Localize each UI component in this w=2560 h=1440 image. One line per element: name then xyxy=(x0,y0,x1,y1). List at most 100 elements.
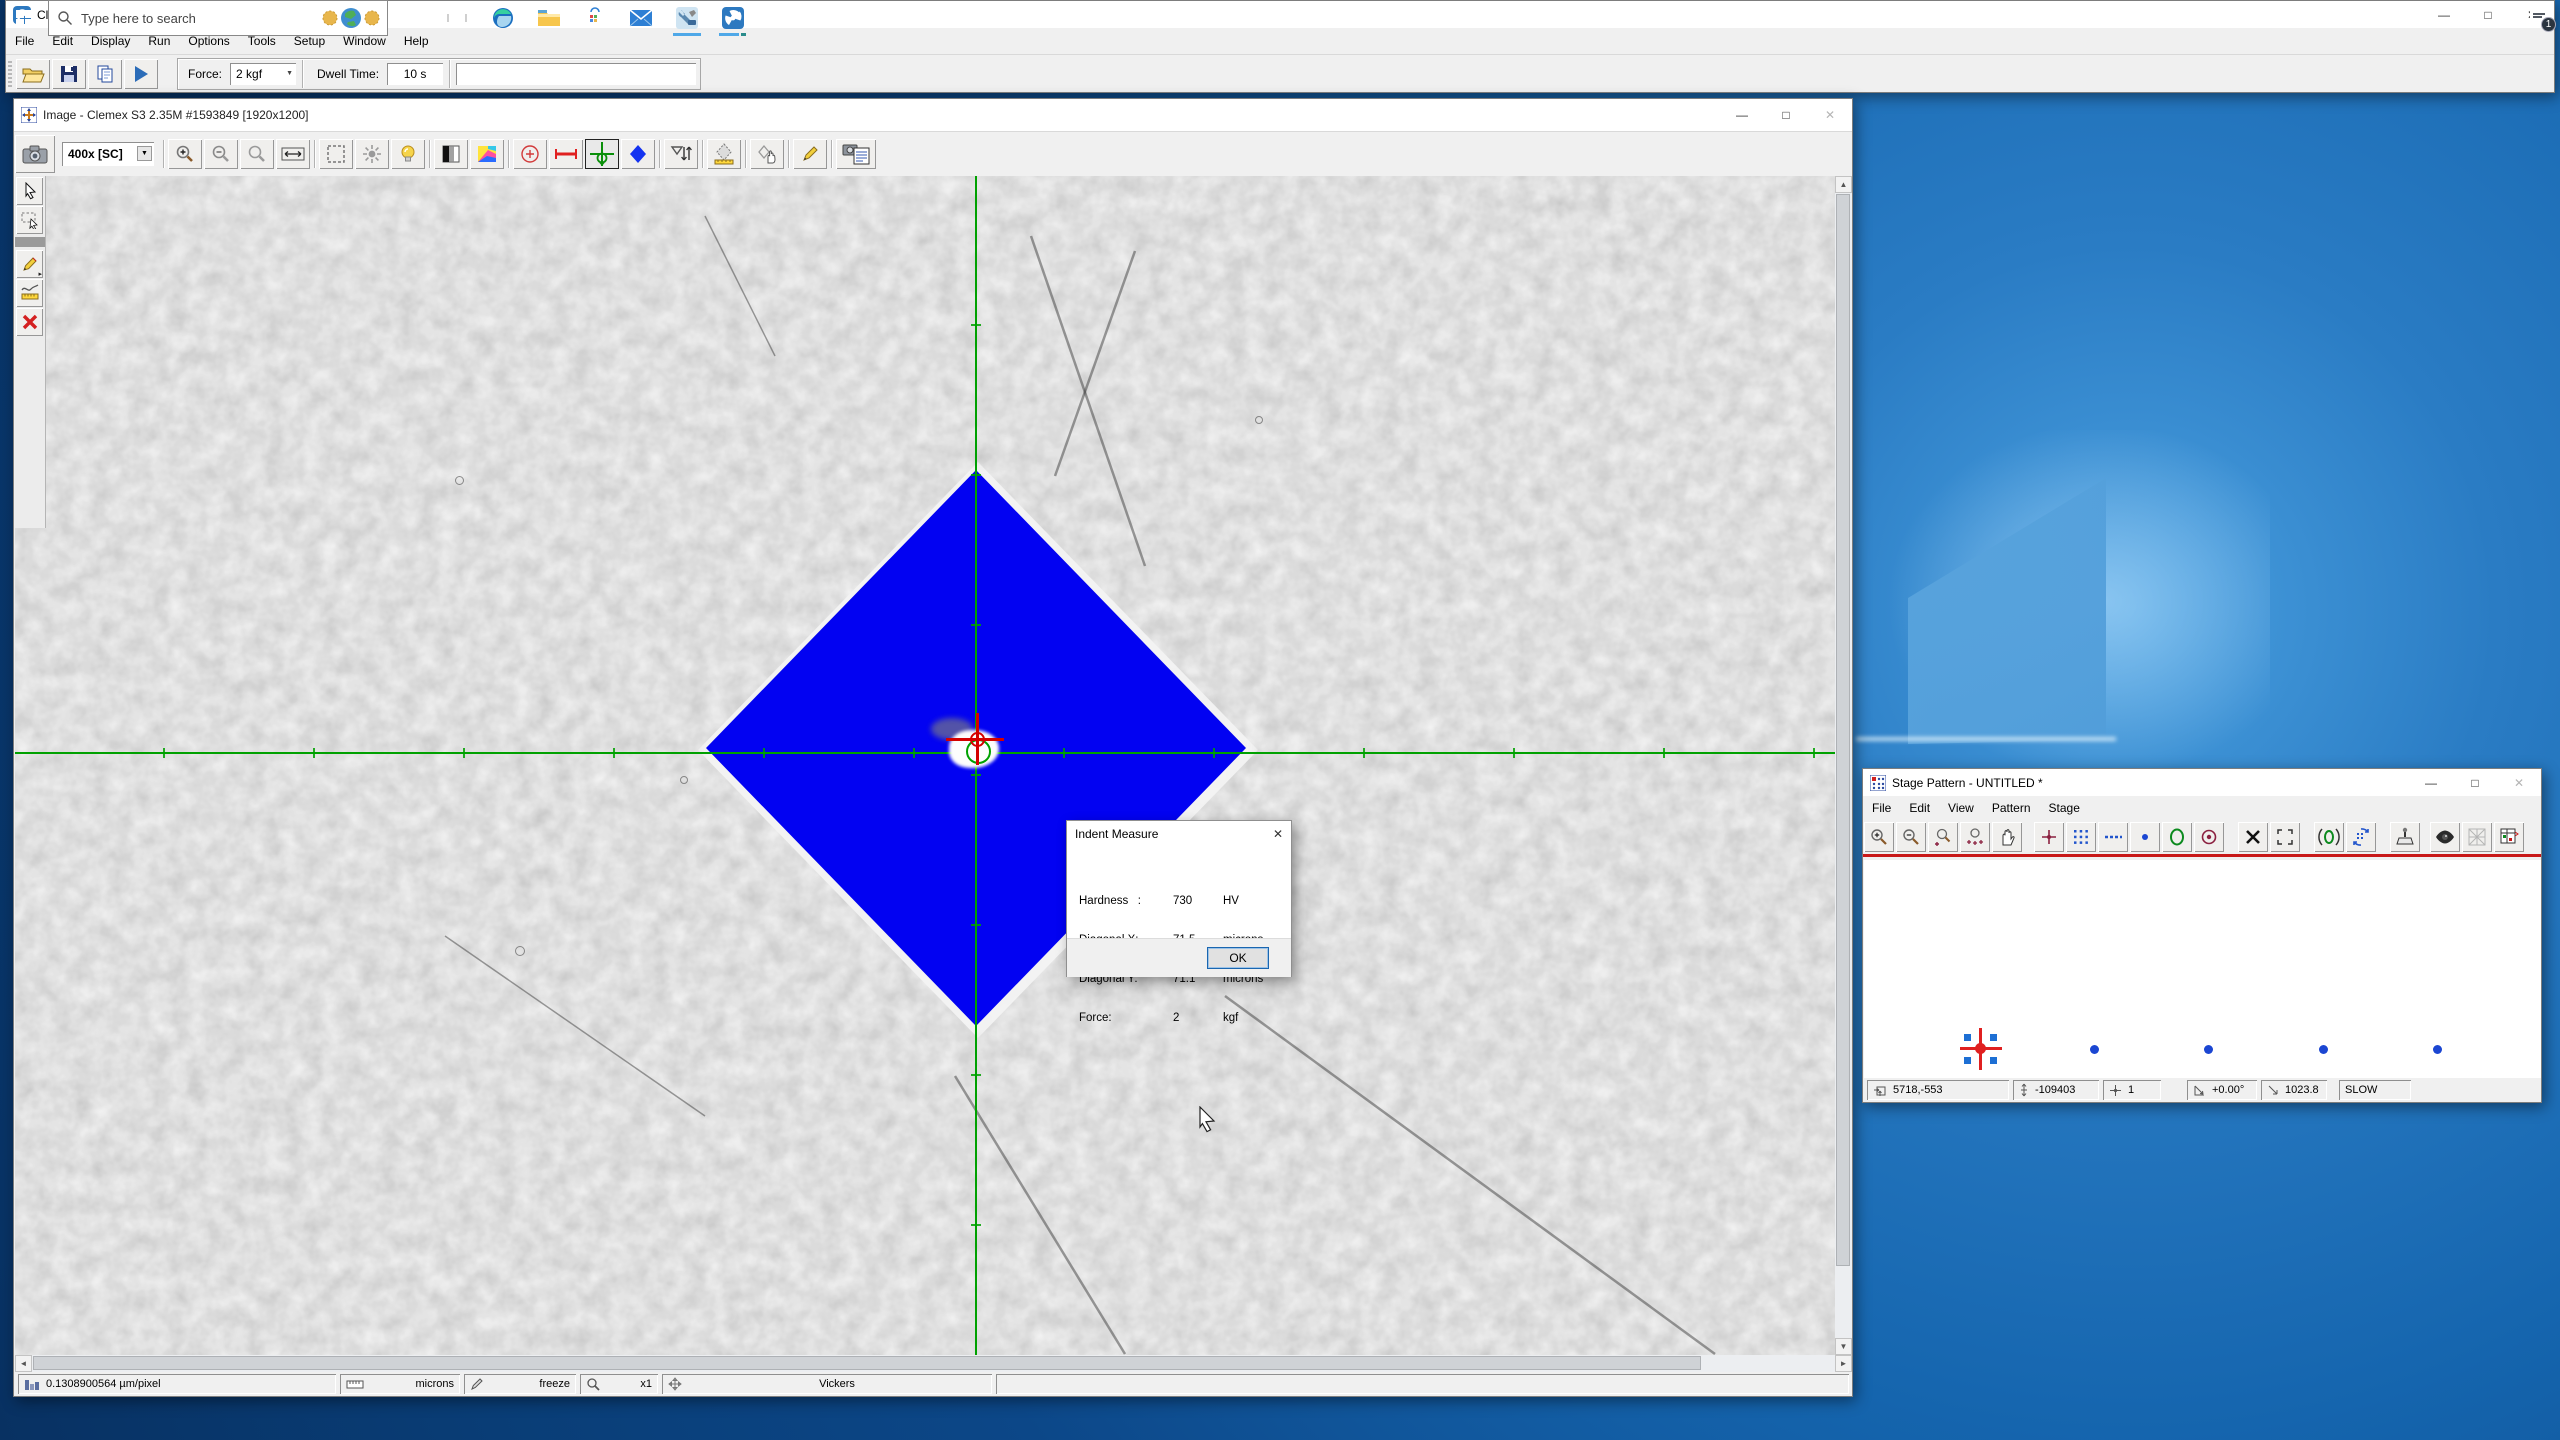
selected-pattern-point[interactable] xyxy=(1960,1028,2002,1070)
magnification-select[interactable]: 400x [SC] ▼ xyxy=(62,142,154,166)
stage-rotate-pattern-button[interactable] xyxy=(2346,822,2376,852)
menu-file[interactable]: File xyxy=(6,34,43,48)
stage-grid-pattern-button[interactable] xyxy=(2066,822,2096,852)
taskbar-explorer-button[interactable] xyxy=(526,0,572,36)
zoom-out-button[interactable] xyxy=(204,139,238,169)
measure-curve-tool-button[interactable] xyxy=(16,279,43,307)
move-indent-button[interactable] xyxy=(750,139,784,169)
stage-menu-stage[interactable]: Stage xyxy=(2040,801,2089,815)
stage-joystick-button[interactable] xyxy=(2390,822,2420,852)
delete-tool-button[interactable] xyxy=(16,308,43,336)
circle-marker-button[interactable] xyxy=(513,139,547,169)
horizontal-scroll-thumb[interactable] xyxy=(33,1356,1701,1370)
vertical-scroll-thumb[interactable] xyxy=(1836,194,1850,1266)
stage-zoom-point-button[interactable] xyxy=(1928,822,1958,852)
pattern-point[interactable] xyxy=(2433,1045,2442,1054)
scroll-right-button[interactable]: ► xyxy=(1835,1355,1852,1372)
stage-circled-point-button[interactable] xyxy=(2194,822,2224,852)
stage-calibrate-button[interactable] xyxy=(2314,822,2344,852)
save-button[interactable] xyxy=(52,59,86,89)
ruler-line-button[interactable] xyxy=(549,139,583,169)
zoom-window-button[interactable] xyxy=(240,139,274,169)
stage-minimize-button[interactable]: — xyxy=(2409,769,2453,796)
search-doodle-icon[interactable] xyxy=(321,5,381,31)
scroll-down-button[interactable]: ▼ xyxy=(1835,1338,1852,1355)
image-maximize-button[interactable]: □ xyxy=(1764,99,1808,131)
pattern-point[interactable] xyxy=(2090,1045,2099,1054)
toolbar-grip[interactable] xyxy=(8,61,12,87)
stage-table-button[interactable] xyxy=(2494,822,2524,852)
stage-fit-view-button[interactable] xyxy=(2270,822,2300,852)
ok-button[interactable]: OK xyxy=(1207,947,1269,969)
notification-button[interactable]: 1 xyxy=(2528,8,2550,28)
palette-button[interactable] xyxy=(470,139,504,169)
measure-width-button[interactable] xyxy=(276,139,310,169)
maximize-button[interactable]: □ xyxy=(2466,1,2510,28)
cortana-button[interactable] xyxy=(388,0,434,36)
stage-line-pattern-button[interactable] xyxy=(2098,822,2128,852)
dialog-close-icon[interactable]: ✕ xyxy=(1273,827,1283,841)
stage-menu-view[interactable]: View xyxy=(1939,801,1983,815)
stage-single-point-button[interactable] xyxy=(2130,822,2160,852)
toolbar-text-field[interactable] xyxy=(456,63,696,85)
taskbar-edge-button[interactable] xyxy=(480,0,526,36)
indent-tool-button[interactable] xyxy=(621,139,655,169)
menu-help[interactable]: Help xyxy=(395,34,438,48)
menu-window[interactable]: Window xyxy=(334,34,395,48)
camera-button[interactable] xyxy=(15,135,55,173)
stage-delete-button[interactable] xyxy=(2238,822,2268,852)
pattern-point[interactable] xyxy=(2204,1045,2213,1054)
stage-pattern-canvas[interactable] xyxy=(1864,860,2541,1078)
scroll-left-button[interactable]: ◄ xyxy=(15,1355,32,1372)
pencil-tool-button[interactable]: ▸ xyxy=(16,250,43,278)
taskbar-clemex-button[interactable] xyxy=(710,0,756,36)
stage-menu-file[interactable]: File xyxy=(1863,801,1900,815)
horizontal-scrollbar[interactable]: ◄ ► xyxy=(15,1355,1852,1372)
micrograph-viewport[interactable]: ▸ xyxy=(15,176,1836,1355)
taskbar-utility-button[interactable] xyxy=(664,0,710,36)
pattern-point[interactable] xyxy=(2319,1045,2328,1054)
image-minimize-button[interactable]: — xyxy=(1720,99,1764,131)
select-rect-tool-button[interactable] xyxy=(16,206,43,234)
stage-maximize-button[interactable]: □ xyxy=(2453,769,2497,796)
stage-menu-edit[interactable]: Edit xyxy=(1900,801,1939,815)
copy-button[interactable] xyxy=(88,59,122,89)
menu-tools[interactable]: Tools xyxy=(239,34,285,48)
crosshair-tool-button[interactable] xyxy=(585,139,619,169)
select-region-button[interactable] xyxy=(319,139,353,169)
force-select[interactable]: 2 kgf ▼ xyxy=(230,63,296,85)
stage-menu-pattern[interactable]: Pattern xyxy=(1983,801,2040,815)
sort-measures-button[interactable] xyxy=(664,139,698,169)
pointer-tool-button[interactable] xyxy=(16,177,43,205)
menu-run[interactable]: Run xyxy=(139,34,179,48)
zoom-in-button[interactable] xyxy=(168,139,202,169)
dwell-time-field[interactable]: 10 s xyxy=(387,63,443,85)
lamp-button[interactable] xyxy=(391,139,425,169)
run-button[interactable] xyxy=(124,59,158,89)
stage-point-button[interactable] xyxy=(2034,822,2064,852)
vertical-scrollbar[interactable]: ▲ ▼ xyxy=(1835,176,1852,1355)
stage-zoom-out-button[interactable] xyxy=(1896,822,1926,852)
taskbar-mail-button[interactable] xyxy=(618,0,664,36)
stage-pan-button[interactable] xyxy=(1992,822,2022,852)
minimize-button[interactable]: — xyxy=(2422,1,2466,28)
brightness-button[interactable] xyxy=(355,139,389,169)
stage-zoom-points-button[interactable] xyxy=(1960,822,1990,852)
measure-indent-button[interactable] xyxy=(707,139,741,169)
taskbar-search[interactable]: Type here to search xyxy=(48,0,388,36)
start-button[interactable] xyxy=(0,0,48,36)
taskbar-store-button[interactable] xyxy=(572,0,618,36)
open-button[interactable] xyxy=(16,59,50,89)
report-snapshot-button[interactable] xyxy=(836,139,876,169)
scroll-up-button[interactable]: ▲ xyxy=(1835,176,1852,193)
stage-ellipse-pattern-button[interactable] xyxy=(2162,822,2192,852)
grayscale-button[interactable] xyxy=(434,139,468,169)
menu-edit[interactable]: Edit xyxy=(43,34,82,48)
stage-lens-button[interactable] xyxy=(2430,822,2460,852)
menu-options[interactable]: Options xyxy=(179,34,238,48)
menu-display[interactable]: Display xyxy=(82,34,139,48)
task-view-button[interactable] xyxy=(434,0,480,36)
annotate-button[interactable] xyxy=(793,139,827,169)
stage-zoom-in-button[interactable] xyxy=(1864,822,1894,852)
menu-setup[interactable]: Setup xyxy=(285,34,334,48)
